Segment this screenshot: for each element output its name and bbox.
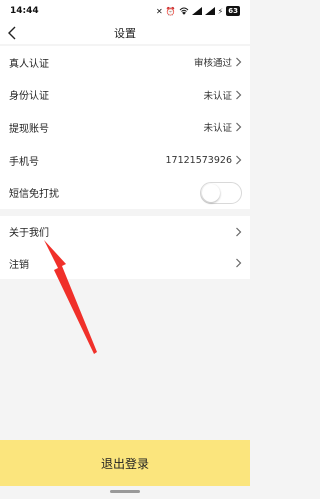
settings-row-withdraw-account[interactable]: 提现账号 未认证 — [0, 111, 250, 144]
chevron-right-icon — [236, 227, 242, 237]
chevron-right-icon — [236, 90, 242, 100]
red-arrow-annotation — [44, 240, 97, 354]
signal-icon — [191, 7, 202, 15]
row-label: 短信免打扰 — [9, 189, 59, 201]
logout-button[interactable]: 退出登录 — [0, 440, 250, 486]
settings-row-identity-verify[interactable]: 身份认证 未认证 — [0, 79, 250, 112]
row-label: 真人认证 — [9, 58, 49, 70]
row-label: 手机号 — [9, 156, 39, 168]
row-value: 未认证 — [203, 123, 232, 135]
settings-section: 真人认证 审核通过 身份认证 未认证 提现账号 未认证 手机号 17121573… — [0, 46, 250, 209]
row-value: 未认证 — [203, 90, 232, 102]
settings-row-cancel-account[interactable]: 注销 — [0, 248, 250, 280]
battery-icon: 63 — [226, 6, 240, 16]
row-label: 关于我们 — [9, 228, 49, 240]
row-value: 17121573926 — [165, 154, 233, 166]
settings-row-phone-number[interactable]: 手机号 17121573926 — [0, 144, 250, 177]
page-title: 设置 — [114, 27, 136, 40]
home-indicator — [110, 490, 140, 493]
alarm-icon: ⏰ — [165, 6, 176, 16]
signal-icon — [204, 7, 215, 15]
row-label: 身份认证 — [9, 91, 49, 103]
status-bar: 14:44 ✕ ⏰ ⚡ 63 — [0, 0, 250, 22]
charging-icon: ⚡ — [217, 6, 224, 16]
settings-row-sms-dnd: 短信免打扰 — [0, 176, 250, 209]
more-section: 关于我们 注销 — [0, 216, 250, 279]
header: 设置 — [0, 22, 250, 44]
status-icons: ✕ ⏰ ⚡ 63 — [156, 6, 240, 16]
chevron-right-icon — [236, 258, 242, 268]
row-label: 注销 — [9, 259, 29, 271]
settings-row-about-us[interactable]: 关于我们 — [0, 216, 250, 248]
notification-icon: ✕ — [155, 6, 163, 16]
logout-label: 退出登录 — [100, 456, 149, 471]
row-label: 提现账号 — [9, 123, 49, 135]
row-value: 审核通过 — [193, 58, 232, 70]
wifi-icon — [179, 7, 188, 15]
chevron-right-icon — [236, 57, 242, 67]
sms-dnd-toggle[interactable] — [200, 181, 242, 204]
toggle-knob — [202, 183, 220, 202]
settings-row-real-person-verify[interactable]: 真人认证 审核通过 — [0, 46, 250, 79]
chevron-right-icon — [236, 123, 242, 132]
chevron-left-icon[interactable] — [6, 25, 20, 41]
chevron-right-icon — [236, 155, 242, 165]
status-time: 14:44 — [10, 6, 39, 16]
